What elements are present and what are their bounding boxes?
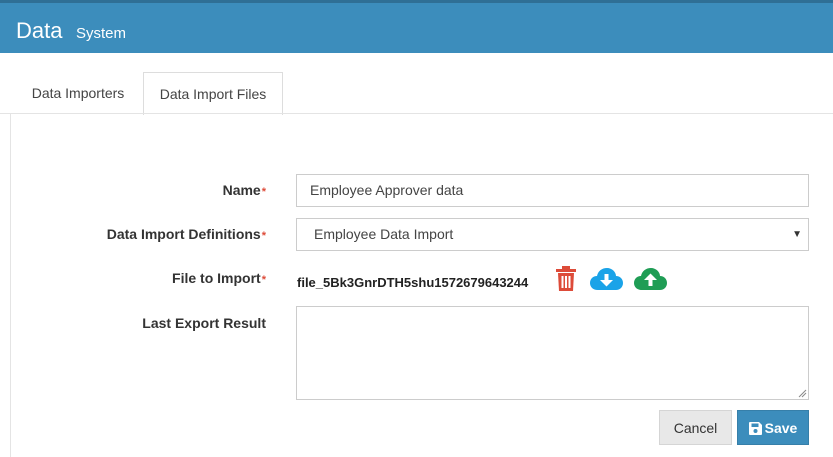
caret-down-icon: ▼ bbox=[792, 229, 802, 240]
tab-data-import-files[interactable]: Data Import Files bbox=[143, 72, 283, 115]
tab-bar: Data Importers Data Import Files bbox=[0, 72, 833, 115]
name-field[interactable]: Employee Approver data bbox=[296, 174, 809, 207]
file-label: File to Import* bbox=[172, 270, 266, 286]
definitions-label: Data Import Definitions* bbox=[106, 226, 266, 242]
page-title: Data bbox=[16, 18, 63, 43]
floppy-icon bbox=[748, 422, 762, 435]
resize-handle-icon[interactable] bbox=[797, 388, 807, 398]
save-button[interactable]: Save bbox=[737, 410, 809, 445]
tab-divider bbox=[0, 113, 833, 114]
trash-icon[interactable] bbox=[555, 266, 577, 297]
panel-border bbox=[10, 114, 11, 457]
top-header: Data System bbox=[0, 0, 833, 53]
definitions-selected-value: Employee Data Import bbox=[314, 226, 454, 242]
result-label: Last Export Result bbox=[142, 315, 266, 331]
name-label: Name* bbox=[222, 182, 266, 198]
required-marker: * bbox=[261, 186, 266, 198]
required-marker: * bbox=[261, 274, 266, 286]
page-subtitle: System bbox=[76, 25, 127, 42]
result-textarea[interactable] bbox=[296, 306, 809, 400]
cancel-button[interactable]: Cancel bbox=[659, 410, 732, 445]
file-name: file_5Bk3GnrDTH5shu1572679643244 bbox=[297, 275, 529, 290]
cloud-upload-icon[interactable] bbox=[634, 266, 667, 296]
definitions-select[interactable]: Employee Data Import ▼ bbox=[296, 218, 809, 251]
cloud-download-icon[interactable] bbox=[590, 266, 623, 296]
required-marker: * bbox=[261, 230, 266, 242]
tab-data-importers[interactable]: Data Importers bbox=[18, 72, 138, 114]
